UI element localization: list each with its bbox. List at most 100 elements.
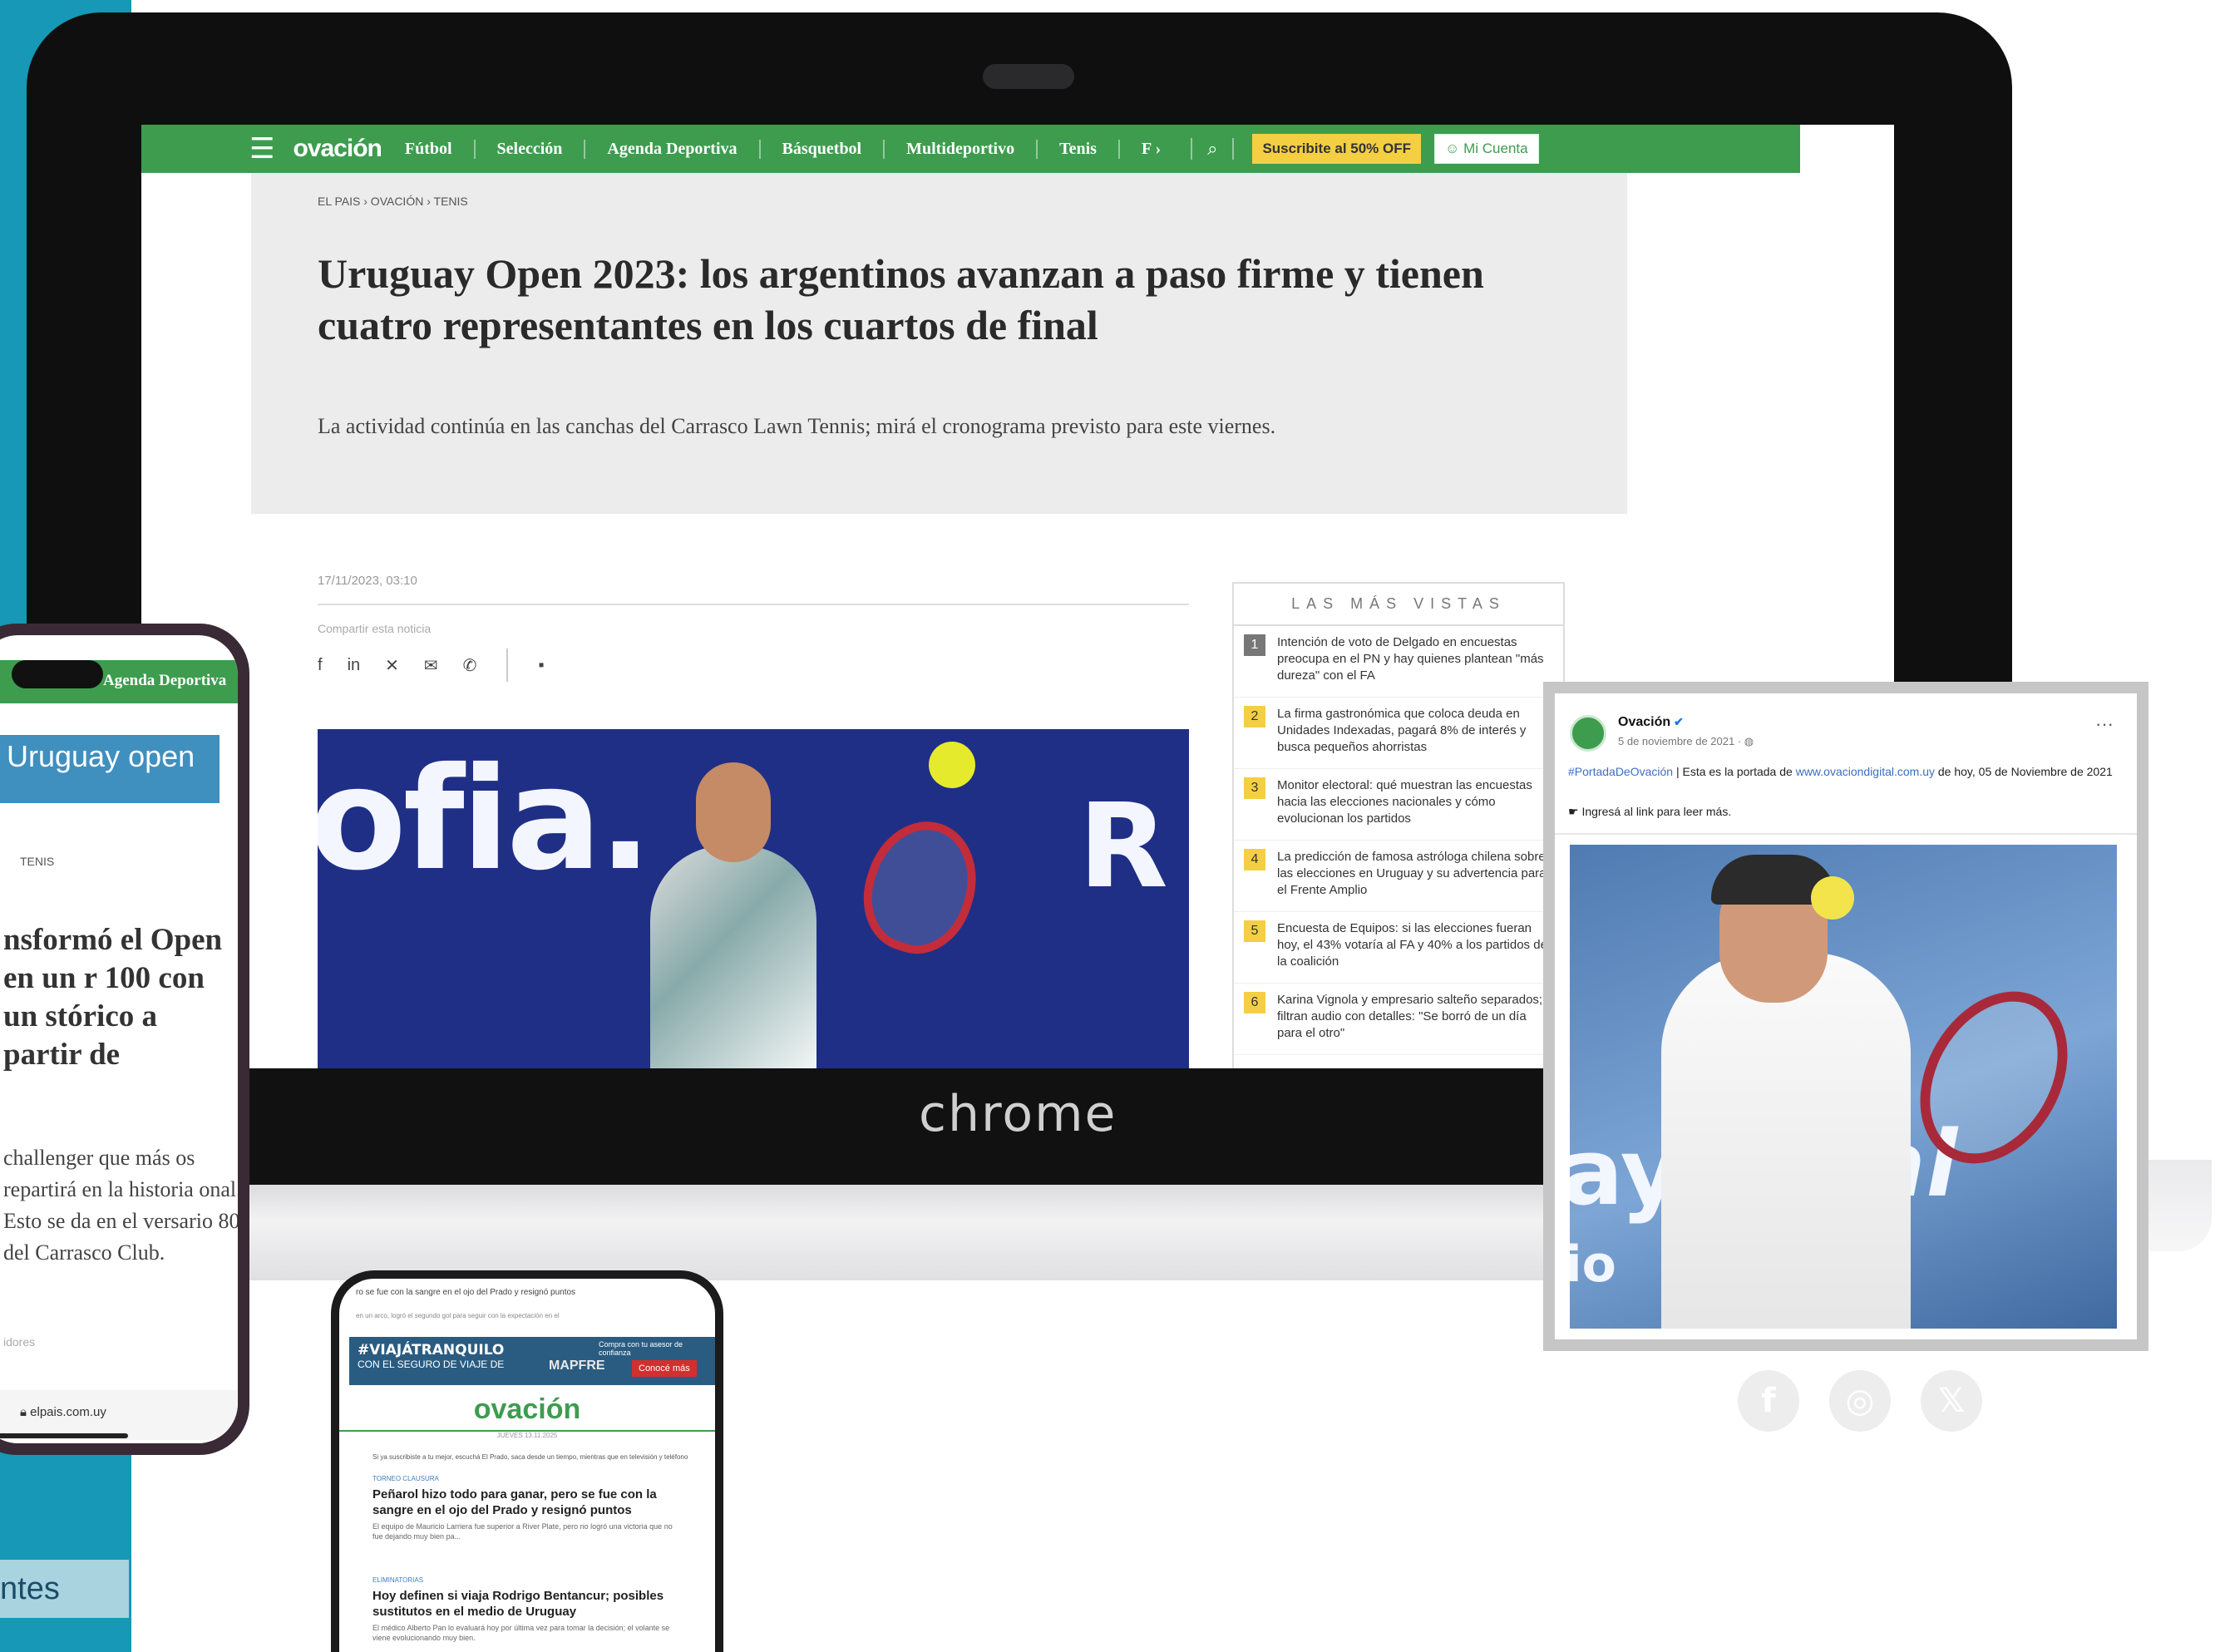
- email-icon[interactable]: ✉: [424, 655, 438, 676]
- rank-badge: 3: [1244, 777, 1265, 799]
- list-item-text: Monitor electoral: qué muestran las encu…: [1277, 778, 1532, 826]
- facebook-icon[interactable]: f: [318, 656, 323, 675]
- facebook-post-card: Ovación ✔ 5 de noviembre de 2021 · ◍ ··· …: [1543, 682, 2148, 1351]
- article-desc: El médico Alberto Pan lo evaluará hoy po…: [372, 1624, 670, 1642]
- article-title[interactable]: Hoy definen si viaja Rodrigo Bentancur; …: [372, 1588, 688, 1620]
- breadcrumb[interactable]: TENIS: [20, 855, 54, 868]
- nav-item-futbol[interactable]: Fútbol: [405, 140, 474, 159]
- rank-badge: 2: [1244, 706, 1265, 727]
- list-item[interactable]: 1 Intención de voto de Delgado en encues…: [1234, 626, 1563, 698]
- share-bar: f in ✕ ✉ ✆ ▪: [318, 648, 545, 682]
- url-text: elpais.com.uy: [30, 1405, 106, 1419]
- address-bar[interactable]: 🔒︎ elpais.com.uy: [0, 1390, 238, 1440]
- post-text-mid: | Esta es la portada de: [1673, 765, 1796, 778]
- nav-item-f: F: [1141, 139, 1152, 158]
- post-more-line: ☛ Ingresá al link para leer más.: [1568, 805, 1731, 819]
- nav-item-multideportivo[interactable]: Multideportivo: [883, 139, 1036, 159]
- x-icon[interactable]: ✕: [385, 655, 399, 676]
- article-snippet[interactable]: ro se fue con la sangre en el ojo del Pr…: [356, 1287, 705, 1299]
- globe-icon: ◍: [1744, 735, 1754, 747]
- list-item-text: Encuesta de Equipos: si las elecciones f…: [1277, 921, 1547, 969]
- divider: [318, 604, 1189, 605]
- list-item[interactable]: 6 Karina Vignola y empresario salteño se…: [1234, 984, 1563, 1055]
- player-figure: [696, 762, 771, 862]
- article-subtitle: La actividad continúa en las canchas del…: [318, 414, 1276, 438]
- ad-cta-button[interactable]: Conocé más: [632, 1360, 697, 1377]
- nav-item-agenda[interactable]: Agenda Deportiva: [584, 139, 758, 159]
- list-item-text: Karina Vignola y empresario salteño sepa…: [1277, 993, 1543, 1040]
- article-desc: El equipo de Mauricio Larriera fue super…: [372, 1522, 673, 1541]
- phone-notch: [12, 660, 103, 688]
- whatsapp-icon[interactable]: ✆: [463, 655, 477, 676]
- rank-badge: 4: [1244, 849, 1265, 870]
- photo-banner-text: R: [1078, 779, 1168, 915]
- nav-item-seleccion[interactable]: Selección: [473, 139, 585, 159]
- list-item[interactable]: 2 La firma gastronómica que coloca deuda…: [1234, 698, 1563, 769]
- account-button[interactable]: ☺ Mi Cuenta: [1434, 134, 1539, 164]
- list-item[interactable]: 5 Encuesta de Equipos: si las elecciones…: [1234, 912, 1563, 984]
- mobile-headline: nsformó el Open en un r 100 con un stóri…: [3, 923, 223, 1072]
- site-logo[interactable]: ovación: [293, 135, 382, 163]
- list-item-text: Intención de voto de Delgado en encuesta…: [1277, 635, 1544, 683]
- most-viewed-panel: LAS MÁS VISTAS 1 Intención de voto de De…: [1232, 582, 1565, 1073]
- player-figure: [650, 846, 816, 1073]
- tennis-ball: [1811, 876, 1854, 920]
- tennis-ball: [929, 742, 975, 788]
- notice-text: Si ya suscribiste a tu mejor, escuchá El…: [372, 1453, 688, 1461]
- advertisement-banner[interactable]: #VIAJÁTRANQUILO CON EL SEGURO DE VIAJE D…: [349, 1337, 715, 1385]
- home-indicator: [0, 1433, 128, 1438]
- nav-item-more[interactable]: F ›: [1117, 139, 1182, 159]
- lock-icon: 🔒︎: [20, 1405, 31, 1419]
- nav-item-basquetbol[interactable]: Básquetbol: [758, 139, 884, 159]
- laptop-chin: [216, 1068, 1547, 1185]
- divider: [506, 648, 509, 682]
- section-label[interactable]: TORNEO CLAUSURA: [372, 1475, 439, 1482]
- article-photo: ofia. R: [318, 729, 1189, 1073]
- section-label[interactable]: ELIMINATORIAS: [372, 1576, 423, 1584]
- search-icon[interactable]: ⌕: [1191, 138, 1235, 160]
- website-link[interactable]: www.ovaciondigital.com.uy: [1796, 765, 1935, 778]
- rank-badge: 1: [1244, 634, 1265, 656]
- list-item-text: La firma gastronómica que coloca deuda e…: [1277, 707, 1527, 754]
- avatar[interactable]: [1570, 715, 1606, 752]
- post-date-text: 5 de noviembre de 2021 ·: [1618, 735, 1744, 747]
- breadcrumb[interactable]: EL PAIS › OVACIÓN › TENIS: [318, 195, 468, 208]
- post-photo[interactable]: ay ral io: [1570, 845, 2117, 1329]
- photo-banner-text: io: [1570, 1235, 1616, 1294]
- linkedin-icon[interactable]: in: [348, 656, 361, 675]
- comment-icon[interactable]: ▪: [538, 656, 544, 675]
- page-title: Uruguay Open 2023: los argentinos avanza…: [318, 250, 1484, 348]
- pointer-icon: ☛: [1568, 805, 1582, 818]
- phone-left-screen: Agenda Deportiva Uruguay open TENIS nsfo…: [0, 635, 238, 1443]
- rank-badge: 6: [1244, 992, 1265, 1013]
- list-item[interactable]: 3 Monitor electoral: qué muestran las en…: [1234, 769, 1563, 841]
- post-more-text: Ingresá al link para leer más.: [1581, 805, 1732, 818]
- laptop-brand: chrome: [919, 1085, 1117, 1143]
- article-title[interactable]: Peñarol hizo todo para ganar, pero se fu…: [372, 1487, 688, 1518]
- mobile-meta: idores: [3, 1335, 36, 1349]
- hamburger-icon[interactable]: ☰: [249, 132, 274, 165]
- site-logo[interactable]: ovación: [339, 1393, 715, 1426]
- facebook-icon[interactable]: f: [1738, 1370, 1799, 1432]
- article-snippet-small: en un arco, logró el segundo gol para se…: [356, 1312, 560, 1319]
- photo-banner-text: ofia.: [318, 737, 652, 902]
- player-figure: [1661, 953, 1911, 1329]
- phone-left-frame: Agenda Deportiva Uruguay open TENIS nsfo…: [0, 624, 249, 1455]
- x-icon[interactable]: 𝕏: [1921, 1370, 1982, 1432]
- chevron-right-icon: ›: [1151, 139, 1162, 158]
- hashtag-link[interactable]: #PortadaDeOvación: [1568, 765, 1673, 778]
- most-viewed-title: LAS MÁS VISTAS: [1234, 584, 1563, 626]
- page-name[interactable]: Ovación ✔: [1618, 715, 1684, 730]
- list-item[interactable]: 4 La predicción de famosa astróloga chil…: [1234, 841, 1563, 912]
- promo-banner[interactable]: Uruguay open: [0, 735, 220, 803]
- facebook-post: Ovación ✔ 5 de noviembre de 2021 · ◍ ··· …: [1555, 693, 2137, 1339]
- post-text: #PortadaDeOvación | Esta es la portada d…: [1568, 763, 2125, 781]
- post-date[interactable]: 5 de noviembre de 2021 · ◍: [1618, 735, 1754, 748]
- nav-item-tenis[interactable]: Tenis: [1036, 139, 1118, 159]
- article-date: 17/11/2023, 03:10: [318, 574, 417, 588]
- instagram-icon[interactable]: ◎: [1829, 1370, 1891, 1432]
- top-navigation: ☰ ovación Fútbol Selección Agenda Deport…: [141, 125, 1800, 173]
- subscribe-button[interactable]: Suscribite al 50% OFF: [1252, 134, 1422, 164]
- mobile-body-text: challenger que más os repartirá en la hi…: [3, 1146, 238, 1265]
- more-options-icon[interactable]: ···: [2095, 713, 2114, 735]
